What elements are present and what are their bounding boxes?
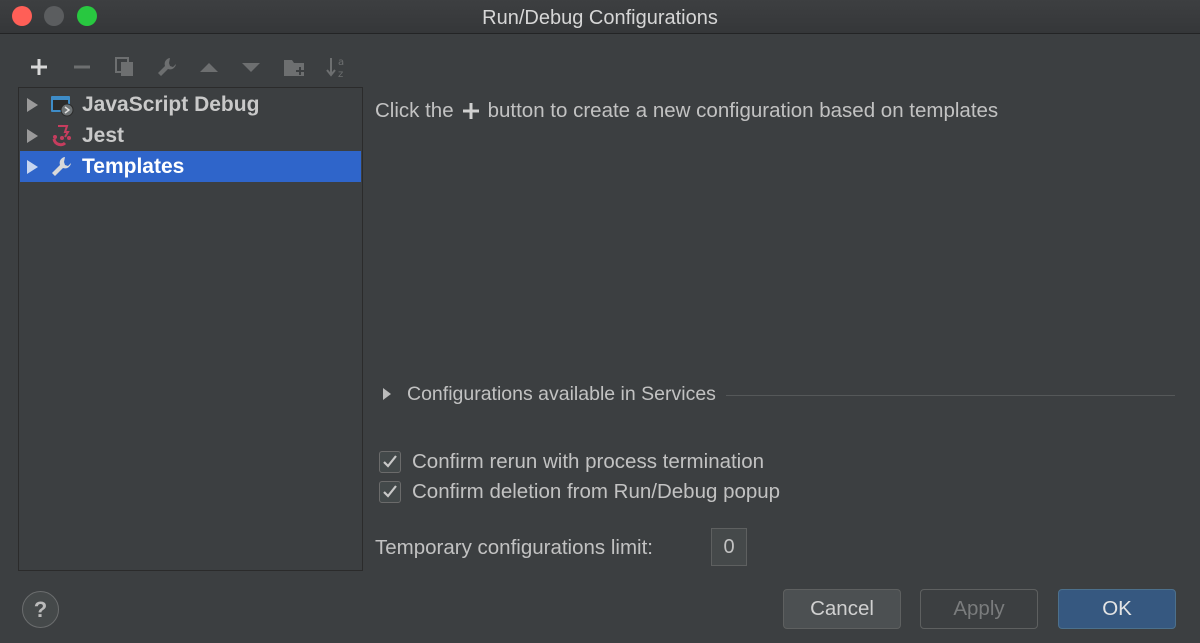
folder-icon	[284, 60, 304, 76]
svg-text:a: a	[338, 57, 344, 68]
minus-icon	[74, 65, 90, 69]
hint-text-before: Click the	[375, 99, 454, 122]
confirm-rerun-checkbox[interactable]	[379, 451, 401, 473]
sort-alpha-icon: a z	[326, 57, 344, 79]
expand-arrow-icon[interactable]	[27, 97, 38, 112]
expand-arrow-icon[interactable]	[27, 159, 38, 174]
javascript-debug-icon	[50, 93, 74, 117]
folder-button[interactable]	[280, 52, 310, 82]
arrow-down-icon	[242, 63, 260, 72]
help-button[interactable]: ?	[22, 591, 59, 628]
jest-icon	[50, 124, 74, 148]
plus-icon	[31, 59, 47, 75]
svg-text:z: z	[338, 69, 343, 79]
tree-item-templates[interactable]: Templates	[20, 151, 361, 182]
section-divider	[725, 394, 1175, 396]
services-section-toggle[interactable]: Configurations available in Services	[383, 382, 1175, 406]
confirm-deletion-checkbox[interactable]	[379, 481, 401, 503]
tree-item-jest[interactable]: Jest	[20, 120, 361, 151]
cancel-button[interactable]: Cancel	[783, 589, 901, 629]
move-down-button[interactable]	[236, 52, 266, 82]
checkmark-icon	[383, 485, 397, 498]
plus-icon	[461, 101, 481, 121]
ok-button[interactable]: OK	[1058, 589, 1176, 629]
empty-state-hint: Click the button to create a new configu…	[375, 99, 998, 123]
tree-item-label: Templates	[82, 154, 185, 178]
tree-item-label: JavaScript Debug	[82, 92, 260, 116]
checkmark-icon	[383, 455, 397, 468]
copy-button[interactable]	[110, 52, 140, 82]
move-up-button[interactable]	[194, 52, 224, 82]
temp-limit-label: Temporary configurations limit:	[375, 536, 653, 559]
copy-icon	[115, 57, 133, 76]
temp-limit-input[interactable]	[711, 528, 747, 566]
services-section-label: Configurations available in Services	[407, 382, 716, 405]
confirm-deletion-row[interactable]: Confirm deletion from Run/Debug popup	[379, 479, 780, 505]
confirm-rerun-row[interactable]: Confirm rerun with process termination	[379, 449, 764, 475]
tree-item-label: Jest	[82, 123, 125, 147]
hint-text-after: button to create a new configuration bas…	[487, 99, 999, 122]
edit-templates-button[interactable]	[152, 52, 182, 82]
confirm-deletion-label: Confirm deletion from Run/Debug popup	[412, 480, 781, 503]
wrench-icon	[50, 155, 74, 179]
configuration-tree[interactable]: JavaScript Debug Jest Templates	[18, 87, 363, 571]
tree-item-javascript-debug[interactable]: JavaScript Debug	[20, 89, 361, 120]
remove-button[interactable]	[67, 52, 97, 82]
sort-button[interactable]: a z	[322, 52, 352, 82]
confirm-rerun-label: Confirm rerun with process termination	[412, 450, 765, 473]
expand-arrow-icon[interactable]	[27, 128, 38, 143]
apply-button[interactable]: Apply	[920, 589, 1038, 629]
window-title: Run/Debug Configurations	[482, 7, 718, 29]
title-bar: Run/Debug Configurations	[0, 0, 1200, 34]
triangle-right-icon	[383, 388, 391, 400]
arrow-up-icon	[200, 63, 218, 72]
add-button[interactable]	[24, 52, 54, 82]
wrench-icon	[158, 58, 176, 76]
